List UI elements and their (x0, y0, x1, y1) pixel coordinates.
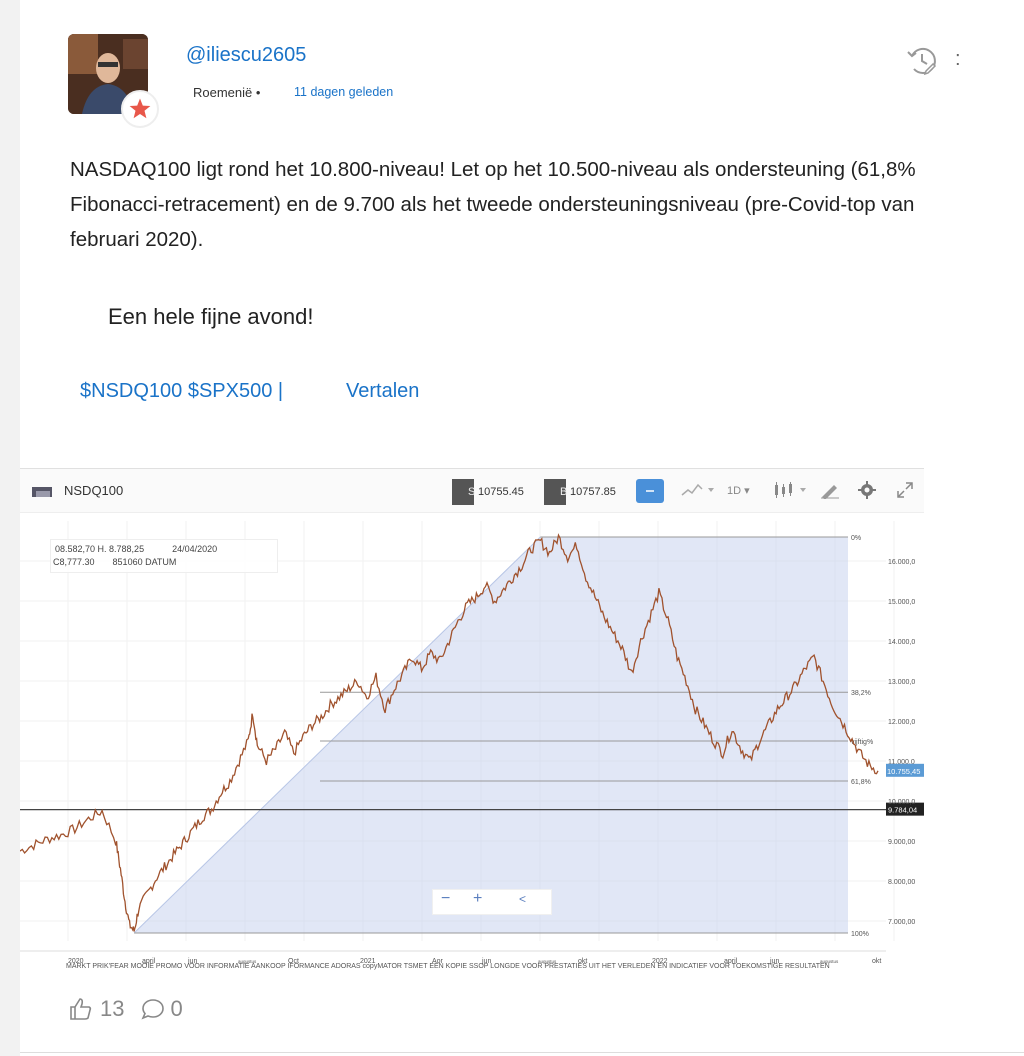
like-icon[interactable] (68, 996, 94, 1022)
fullscreen-icon[interactable] (896, 481, 914, 499)
star-icon (129, 98, 151, 119)
crosshair-button[interactable] (636, 479, 664, 503)
crosshair-icon (646, 490, 654, 492)
ohlc-line3: 851060 DATUM (112, 557, 177, 567)
y-tick-label: 15.000,0 (888, 599, 915, 606)
post-body-text: NASDAQ100 ligt rond het 10.800-niveau! L… (70, 158, 916, 251)
draw-tool-icon[interactable] (820, 481, 840, 499)
like-count: 13 (100, 996, 125, 1021)
divider (20, 1052, 1024, 1053)
post-actions: 13 0 (68, 996, 183, 1022)
fibonacci-level-label: 0% (851, 535, 861, 542)
ohlc-date: 24/04/2020 (172, 544, 218, 554)
y-tick-label: 14.000,0 (888, 639, 915, 646)
settings-gear-icon[interactable] (858, 481, 876, 499)
ohlc-line2: C8,777.30 (53, 557, 95, 567)
chart-panel: NSDQ100 S 10755.45 B 10757.85 1D ▾ 0% 38… (20, 468, 924, 972)
fibonacci-shaded-area (134, 537, 849, 933)
x-tick-label: okt (872, 958, 881, 965)
fibonacci-level-label: 61,8% (851, 779, 871, 786)
scroll-back-button[interactable]: < (519, 890, 526, 908)
more-options-icon[interactable]: : (955, 48, 961, 71)
fibonacci-level-label: 38,2% (851, 690, 871, 697)
timeframe-select[interactable]: 1D ▾ (727, 484, 750, 497)
candles-icon[interactable] (772, 481, 812, 499)
sell-price-button[interactable]: S 10755.45 (452, 479, 524, 505)
comment-count: 0 (170, 996, 183, 1021)
y-tick-label: 13.000,0 (888, 679, 915, 686)
username-link[interactable]: @iliescu2605 (186, 44, 306, 67)
y-tick-label: 7.000,00 (888, 919, 915, 926)
left-gutter (0, 0, 20, 1056)
y-tick-label: 12.000,0 (888, 719, 915, 726)
ohlc-tooltip: 08.582,70 H. 8.788,25 24/04/2020 C8,777.3… (50, 539, 278, 573)
ticker-tags[interactable]: $NSDQ100 $SPX500 | (80, 380, 283, 403)
chart-symbol: NSDQ100 (64, 483, 124, 498)
post-time-link[interactable]: 11 dagen geleden (294, 85, 393, 99)
buy-prefix: B (560, 486, 568, 498)
ohlc-line1: 08.582,70 H. 8.788,25 (55, 544, 145, 554)
y-tick-label: 16.000,0 (888, 559, 915, 566)
translate-link[interactable]: Vertalen (346, 380, 419, 403)
fibonacci-level-label: 100% (851, 931, 869, 938)
sell-prefix: S (468, 486, 476, 498)
star-badge (121, 90, 159, 128)
instrument-icon (32, 487, 52, 497)
last-price-label: 10.755,45 (887, 767, 920, 776)
country-label: Roemenië • (193, 85, 261, 100)
y-tick-label: 9.000,00 (888, 839, 915, 846)
chart-type-icon[interactable] (680, 481, 716, 499)
history-icon[interactable] (905, 44, 939, 78)
zoom-controls: − + < (432, 889, 552, 915)
chart-disclaimer: MARKT PRIK'FEAR MOOIE PROMO VOOR INFORMA… (66, 963, 830, 970)
buy-price-button[interactable]: B 10757.85 (544, 479, 616, 505)
zoom-in-button[interactable]: + (473, 890, 482, 908)
zoom-out-button[interactable]: − (441, 890, 450, 908)
y-tick-label: 10.000,0 (888, 799, 915, 806)
support-line-label: 9.784,04 (888, 806, 917, 815)
post-greeting-text: Een hele fijne avond! (108, 304, 314, 329)
comment-icon[interactable] (140, 996, 166, 1022)
buy-price: 10757.85 (570, 486, 616, 498)
timeframe-value: 1D (727, 485, 742, 497)
chart-toolbar: NSDQ100 S 10755.45 B 10757.85 1D ▾ (20, 469, 924, 513)
y-tick-label: 8.000,00 (888, 879, 915, 886)
sell-price: 10755.45 (478, 486, 524, 498)
